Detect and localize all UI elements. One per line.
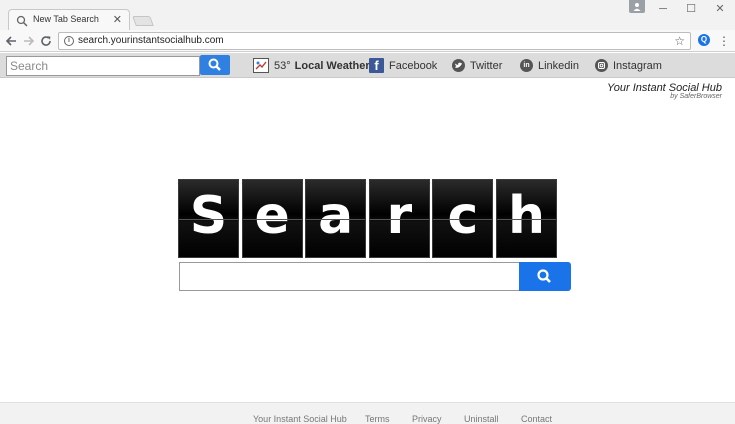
twitter-link[interactable]: Twitter xyxy=(452,57,502,74)
tab-title: New Tab Search xyxy=(33,14,99,24)
extension-icon[interactable]: Q xyxy=(698,34,710,46)
close-window-icon[interactable]: ✕ xyxy=(708,2,732,16)
linkedin-link[interactable]: in Linkedin xyxy=(520,57,579,74)
url-text[interactable]: search.yourinstantsocialhub.com xyxy=(78,35,224,46)
tile-divider xyxy=(306,219,366,220)
logo-letter: r xyxy=(386,186,413,246)
search-icon xyxy=(16,15,28,27)
twitter-icon xyxy=(452,59,465,72)
logo-letter: S xyxy=(189,186,228,246)
instagram-label: Instagram xyxy=(613,59,662,72)
footer-link-terms[interactable]: Terms xyxy=(365,414,390,424)
address-bar[interactable]: i search.yourinstantsocialhub.com ☆ xyxy=(58,32,691,50)
page-footer: Your Instant Social Hub Terms Privacy Un… xyxy=(0,402,735,424)
forward-icon[interactable] xyxy=(22,34,36,48)
tile-divider xyxy=(242,219,302,220)
brand-logo: Your Instant Social Hub by SaferBrowser xyxy=(607,82,722,100)
facebook-link[interactable]: f Facebook xyxy=(369,57,437,74)
logo-letter: c xyxy=(447,186,479,246)
weather-label: Local Weather xyxy=(294,59,370,72)
logo-tile: c xyxy=(432,179,494,258)
logo-tile: S xyxy=(178,179,239,258)
tile-divider xyxy=(496,219,556,220)
logo-tile: e xyxy=(241,179,303,258)
logo-letter: e xyxy=(254,186,290,246)
browser-toolbar: i search.yourinstantsocialhub.com ☆ Q ⋮ xyxy=(0,30,735,52)
facebook-label: Facebook xyxy=(389,59,438,72)
brand-subtitle: by SaferBrowser xyxy=(670,93,722,100)
site-info-icon[interactable]: i xyxy=(64,36,74,46)
main-search-button[interactable] xyxy=(519,262,571,291)
instagram-link[interactable]: Instagram xyxy=(595,57,662,74)
footer-link-contact[interactable]: Contact xyxy=(521,414,552,424)
browser-titlebar: New Tab Search ✕ ─ ☐ ✕ xyxy=(0,0,735,31)
browser-tab[interactable]: New Tab Search ✕ xyxy=(8,9,130,31)
browser-menu-icon[interactable]: ⋮ xyxy=(718,33,730,49)
logo-letter: h xyxy=(507,186,545,246)
minimize-icon[interactable]: ─ xyxy=(651,2,675,16)
extension-toolbar: 53° Local Weather f Facebook Twitter in … xyxy=(0,53,735,78)
new-tab-button[interactable] xyxy=(132,16,154,26)
footer-link-privacy[interactable]: Privacy xyxy=(412,414,442,424)
tab-close-icon[interactable]: ✕ xyxy=(113,13,122,27)
extension-search-input[interactable] xyxy=(6,56,200,76)
profile-icon[interactable] xyxy=(629,0,645,13)
extension-search-button[interactable] xyxy=(200,55,230,75)
maximize-icon[interactable]: ☐ xyxy=(679,2,703,16)
instagram-icon xyxy=(595,59,608,72)
tile-divider xyxy=(433,219,493,220)
search-icon xyxy=(208,58,221,71)
twitter-label: Twitter xyxy=(470,59,503,72)
facebook-icon: f xyxy=(369,58,384,73)
linkedin-icon: in xyxy=(520,59,533,72)
logo-letter: a xyxy=(318,186,354,246)
footer-link-home[interactable]: Your Instant Social Hub xyxy=(253,414,347,424)
logo-tile: a xyxy=(305,179,367,258)
search-logo: S e a r c h xyxy=(178,179,557,258)
local-weather-link[interactable]: 53° Local Weather xyxy=(253,57,370,74)
linkedin-label: Linkedin xyxy=(538,59,579,72)
main-search-input[interactable] xyxy=(179,262,520,291)
search-icon xyxy=(537,269,551,283)
weather-temperature: 53° xyxy=(274,59,291,72)
tile-divider xyxy=(179,219,238,220)
weather-icon xyxy=(253,58,269,73)
logo-tile: h xyxy=(495,179,557,258)
tile-divider xyxy=(369,219,429,220)
back-icon[interactable] xyxy=(4,34,18,48)
bookmark-star-icon[interactable]: ☆ xyxy=(674,34,685,48)
footer-link-uninstall[interactable]: Uninstall xyxy=(464,414,499,424)
logo-tile: r xyxy=(368,179,430,258)
reload-icon[interactable] xyxy=(39,34,53,48)
